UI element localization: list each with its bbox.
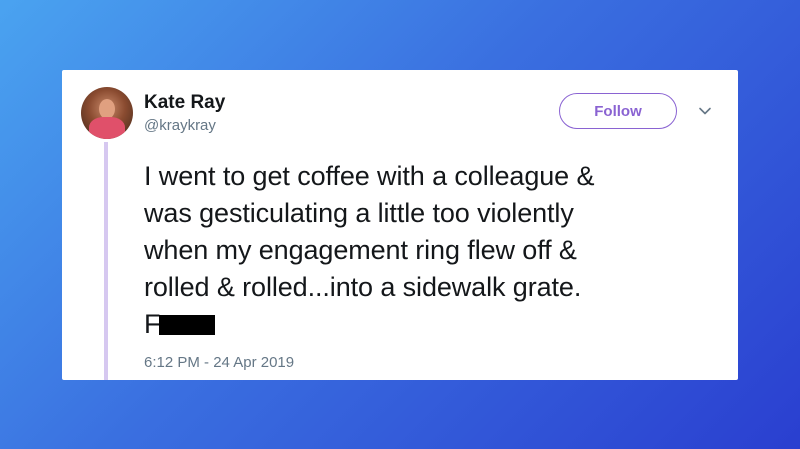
tweet-card: Kate Ray @kraykray Follow I went to get … xyxy=(62,70,738,380)
avatar-face xyxy=(99,99,115,119)
avatar-shirt xyxy=(89,117,125,139)
author-name[interactable]: Kate Ray xyxy=(144,92,225,114)
timestamp[interactable]: 6:12 PM - 24 Apr 2019 xyxy=(144,354,294,371)
chevron-down-icon[interactable] xyxy=(698,104,712,118)
tweet-text: I went to get coffee with a colleague & … xyxy=(144,158,714,343)
tweet-text-line: I went to get coffee with a colleague & xyxy=(144,161,595,191)
avatar[interactable] xyxy=(81,87,133,139)
thread-line xyxy=(104,142,108,380)
author-handle[interactable]: @kraykray xyxy=(144,117,216,134)
redaction-box xyxy=(159,315,216,335)
tweet-text-line: was gesticulating a little too violently xyxy=(144,198,574,228)
tweet-text-line: rolled & rolled...into a sidewalk grate. xyxy=(144,272,582,302)
follow-button[interactable]: Follow xyxy=(559,93,677,129)
tweet-text-visible-letter: F xyxy=(144,309,161,339)
tweet-text-last-line: F xyxy=(144,306,714,343)
tweet-text-line: when my engagement ring flew off & xyxy=(144,235,577,265)
